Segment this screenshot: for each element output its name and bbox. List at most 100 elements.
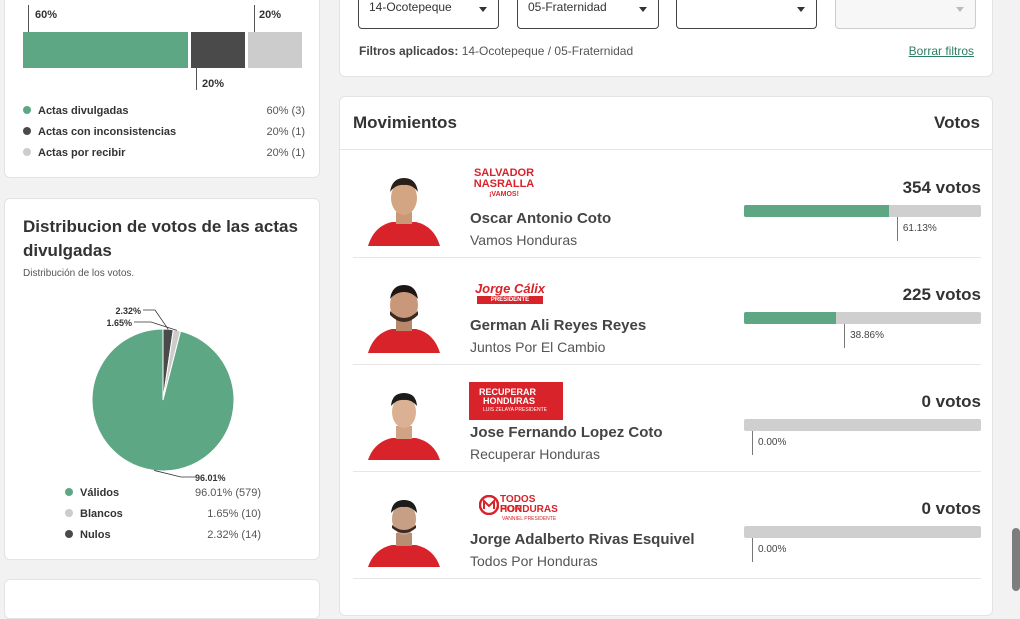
legend-dot <box>23 106 31 115</box>
legend-label: Válidos <box>80 487 120 499</box>
table-select[interactable] <box>835 0 976 29</box>
candidate-party: Vamos Honduras <box>470 232 578 248</box>
party-logo: Jorge Cálix PRESIDENTE <box>474 281 546 304</box>
bar-tick <box>254 5 255 32</box>
bar-tick <box>28 5 29 32</box>
vote-bar <box>744 205 981 217</box>
legend-dot <box>65 530 73 539</box>
candidate-row: RECUPERAR HONDURAS LUIS ZELAYA PRESIDENT… <box>353 364 981 472</box>
candidate-party: Juntos Por El Cambio <box>470 339 606 355</box>
vote-percent: 61.13% <box>902 223 937 234</box>
filters-card: 14-Ocotepeque 05-Fraternidad Filtros apl… <box>339 0 993 77</box>
candidate-votes: 0 votos <box>921 392 981 411</box>
legend-dot <box>65 509 73 518</box>
chevron-down-icon <box>479 7 487 12</box>
legend-value: 20% (1) <box>266 126 305 138</box>
center-select[interactable] <box>676 0 817 29</box>
next-card <box>4 579 320 619</box>
candidate-name: German Ali Reyes Reyes <box>470 317 647 334</box>
pie-label-nulos: 2.32% <box>115 306 141 316</box>
vote-percent: 0.00% <box>758 437 787 448</box>
candidate-row: SALVADOR NASRALLA ¡VAMOS! Oscar Antonio … <box>353 150 981 258</box>
vote-bar <box>744 312 981 324</box>
legend-item: Actas por recibir 20% (1) <box>23 147 305 159</box>
candidate-name: Jose Fernando Lopez Coto <box>470 424 663 441</box>
legend-dot <box>23 127 31 136</box>
candidate-photo <box>366 489 442 567</box>
legend-label: Actas divulgadas <box>38 105 129 117</box>
candidate-row: Jorge Cálix PRESIDENTE German Ali Reyes … <box>353 257 981 365</box>
clear-filters-link[interactable]: Borrar filtros <box>909 44 974 58</box>
vote-distribution-card: Distribucion de votos de las actas divul… <box>4 198 320 560</box>
bar-label-recibir: 20% <box>259 9 282 21</box>
chevron-down-icon <box>639 7 647 12</box>
select-value: 14-Ocotepeque <box>369 0 452 14</box>
bar-label-divulgadas: 60% <box>35 9 58 21</box>
legend-label: Actas por recibir <box>38 147 126 159</box>
pie-slice-validos[interactable] <box>91 328 235 472</box>
scrollbar-thumb[interactable] <box>1012 528 1020 591</box>
actas-status-card: 60% 20% 20% Actas divulgadas 60% (3) Act… <box>4 0 320 178</box>
legend-item: Actas divulgadas 60% (3) <box>23 105 305 117</box>
votes-column-header: Votos <box>934 113 980 132</box>
legend-label: Actas con inconsistencias <box>38 126 177 138</box>
pie-label-blancos-group: 1.65% <box>106 318 178 331</box>
pie-chart: 2.32% 1.65% 96.01% <box>91 306 235 483</box>
party-logo: SALVADOR NASRALLA ¡VAMOS! <box>473 167 535 199</box>
applied-filters: Filtros aplicados: 14-Ocotepeque / 05-Fr… <box>359 44 633 58</box>
vote-percent: 38.86% <box>850 330 885 341</box>
applied-filters-value: 14-Ocotepeque / 05-Fraternidad <box>461 44 634 58</box>
department-select[interactable]: 14-Ocotepeque <box>358 0 499 29</box>
vote-bar-marker <box>896 217 898 241</box>
legend-value: 96.01% (579) <box>194 487 261 499</box>
movements-title: Movimientos <box>353 113 457 132</box>
movements-card: Movimientos Votos SALVADOR NASRALLA ¡VAM… <box>339 96 993 616</box>
movements-header: Movimientos Votos <box>340 97 992 150</box>
legend-value: 20% (1) <box>266 147 305 159</box>
candidate-name: Oscar Antonio Coto <box>470 210 612 227</box>
legend-label: Blancos <box>80 508 123 520</box>
party-logo: RECUPERAR HONDURAS LUIS ZELAYA PRESIDENT… <box>469 382 563 420</box>
select-value: 05-Fraternidad <box>528 0 607 14</box>
vote-bar-fill <box>744 312 837 324</box>
chevron-down-icon <box>956 7 964 12</box>
vote-percent: 0.00% <box>758 544 787 555</box>
legend-item: Válidos 96.01% (579) <box>65 487 261 499</box>
legend-item: Nulos 2.32% (14) <box>65 529 261 541</box>
legend-item: Actas con inconsistencias 20% (1) <box>23 126 305 138</box>
candidate-party: Todos Por Honduras <box>470 553 598 569</box>
legend-dot <box>65 488 73 497</box>
pie-label-validos-group: 96.01% <box>154 470 226 483</box>
candidate-name: Jorge Adalberto Rivas Esquivel <box>470 531 695 548</box>
legend-item: Blancos 1.65% (10) <box>65 508 261 520</box>
municipality-select[interactable]: 05-Fraternidad <box>517 0 659 29</box>
vote-bar-marker <box>752 431 753 455</box>
vote-bar <box>744 526 981 538</box>
applied-filters-label: Filtros aplicados: <box>359 44 459 58</box>
party-logo: TODOS POR HONDURAS VANNIEL PRESIDENTE <box>469 489 559 523</box>
legend-dot <box>23 148 31 157</box>
vote-bar-fill <box>744 205 889 217</box>
pie-label-validos: 96.01% <box>195 473 226 483</box>
vote-bar-marker <box>752 538 753 562</box>
vote-bar-marker <box>844 324 846 348</box>
candidate-votes: 225 votos <box>902 285 981 304</box>
legend-value: 60% (3) <box>266 105 305 117</box>
legend-value: 2.32% (14) <box>207 529 261 541</box>
candidate-photo <box>366 275 442 353</box>
vote-bar <box>744 419 981 431</box>
bar-tick <box>196 68 197 90</box>
candidate-votes: 0 votos <box>921 499 981 518</box>
candidate-photo <box>366 382 442 460</box>
candidate-row: TODOS POR HONDURAS VANNIEL PRESIDENTE Jo… <box>353 471 981 579</box>
legend-label: Nulos <box>80 529 111 541</box>
todos-por-honduras-emblem <box>479 495 499 515</box>
bar-label-inconsistencias: 20% <box>202 78 225 90</box>
candidate-votes: 354 votos <box>902 178 981 197</box>
legend-value: 1.65% (10) <box>207 508 261 520</box>
bar-segment-divulgadas <box>23 32 188 68</box>
candidate-photo <box>366 168 442 246</box>
chevron-down-icon <box>797 7 805 12</box>
bar-segment-inconsistencias <box>191 32 245 68</box>
candidate-party: Recuperar Honduras <box>470 446 600 462</box>
